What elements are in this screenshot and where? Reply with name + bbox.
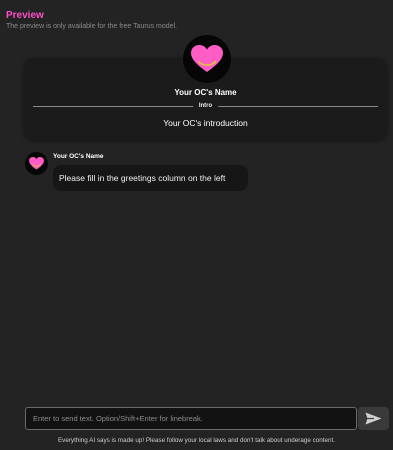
- message-sender-name: Your OC's Name: [53, 153, 104, 160]
- heart-icon: [191, 45, 223, 72]
- heart-icon: [29, 157, 44, 170]
- message-bubble: Please fill in the greetings column on t…: [53, 165, 248, 191]
- preview-subtitle: The preview is only available for the fr…: [6, 23, 178, 30]
- message-input[interactable]: [26, 408, 356, 429]
- intro-text: Your OC's introduction: [163, 118, 248, 128]
- message-input-wrapper: [25, 407, 357, 430]
- message-avatar: [25, 152, 48, 175]
- disclaimer-text: Everything AI says is made up! Please fo…: [57, 437, 336, 444]
- intro-label: Intro: [192, 102, 219, 110]
- preview-title: Preview: [6, 10, 44, 21]
- preview-header: Preview The preview is only available fo…: [6, 9, 387, 32]
- send-button[interactable]: [358, 407, 389, 430]
- profile-avatar: [183, 35, 231, 83]
- send-icon: [365, 412, 382, 425]
- profile-name: Your OC's Name: [174, 88, 237, 97]
